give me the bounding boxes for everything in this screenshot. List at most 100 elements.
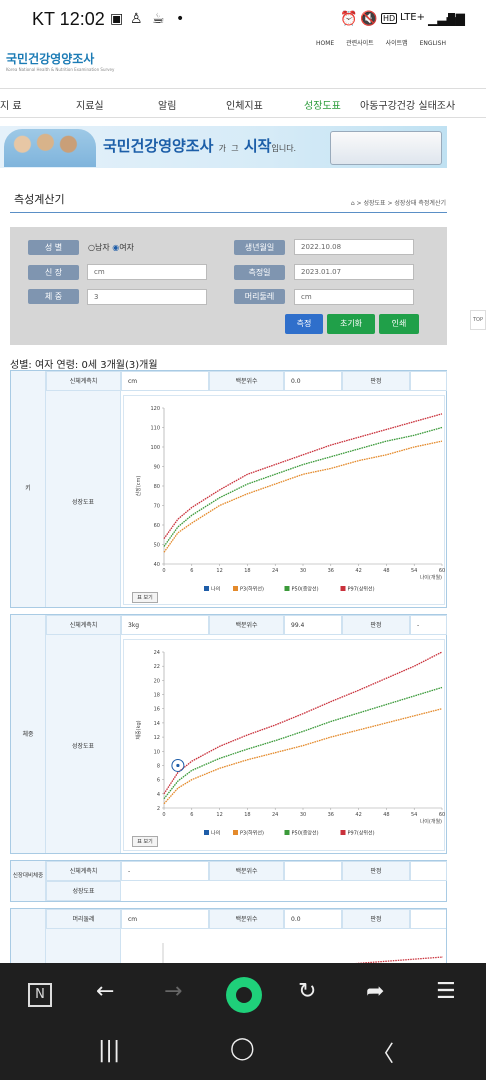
gender-label: 성 별 bbox=[28, 240, 79, 255]
print-button[interactable]: 인쇄 bbox=[379, 314, 419, 334]
legend-swatch bbox=[340, 586, 346, 591]
x-tick-label: 18 bbox=[244, 568, 250, 574]
y-tick-label: 4 bbox=[157, 792, 160, 798]
share-icon[interactable]: ➦ bbox=[366, 979, 384, 1004]
android-icon: ♙ bbox=[130, 11, 143, 27]
menu-item-body-index[interactable]: 인체지표 bbox=[226, 97, 263, 112]
measure-date-input[interactable]: 2023.01.07 bbox=[294, 264, 414, 280]
measure-button[interactable]: 측정 bbox=[285, 314, 323, 334]
height-table-button[interactable]: 표 보기 bbox=[132, 592, 158, 603]
birth-label: 생년월일 bbox=[234, 240, 285, 255]
height-percentile-header: 백분위수 bbox=[209, 371, 284, 391]
weight-panel: 체중 신체계측치 3kg 백분위수 99.4 판정 - 성장도표 2 4 6 8 10 1… bbox=[10, 614, 447, 854]
height-percentile-value: 0.0 bbox=[284, 371, 342, 391]
bmi-measure-header: 신체계측치 bbox=[46, 861, 121, 881]
y-tick-label: 120 bbox=[150, 406, 160, 412]
green-dot-icon[interactable] bbox=[226, 977, 262, 1013]
top-link-related[interactable]: 관련사이트 bbox=[346, 40, 374, 47]
y-tick-label: 10 bbox=[154, 749, 160, 755]
browser-toolbar: N ← → ↻ ➦ ☰ bbox=[0, 963, 486, 1026]
top-link-sitemap[interactable]: 사이트맵 bbox=[386, 40, 408, 47]
height-chart-label: 성장도표 bbox=[46, 391, 121, 607]
height-measure-header: 신체계측치 bbox=[46, 371, 121, 391]
back-nav-icon[interactable]: 〈 bbox=[372, 1036, 394, 1068]
hd-icon: HD bbox=[381, 13, 398, 24]
bmi-section-label: 신장대비체중 bbox=[11, 861, 46, 901]
menu-item-growth-chart[interactable]: 성장도표 bbox=[304, 97, 341, 112]
legend-swatch bbox=[233, 830, 238, 835]
home-icon[interactable]: ◯ bbox=[230, 1036, 255, 1061]
y-axis-label: 신장(cm) bbox=[135, 476, 142, 497]
menu-item-library[interactable]: 지료실 bbox=[76, 97, 104, 112]
y-tick-label: 18 bbox=[154, 693, 160, 699]
status-time: KT 12:02 bbox=[32, 9, 105, 29]
menu-item-oral-health[interactable]: 아동구강건강 실태조사 bbox=[360, 97, 455, 112]
legend-label: 나의 bbox=[211, 830, 220, 837]
head-percentile-header: 백분위수 bbox=[209, 909, 284, 929]
site-logo-subtitle: Korea National Health & Nutrition Examin… bbox=[6, 67, 115, 72]
reset-button[interactable]: 초기화 bbox=[327, 314, 375, 334]
head-input[interactable]: cm bbox=[294, 289, 414, 305]
head-panel: 머리둘레 cm 백분위수 0.0 판정 bbox=[10, 908, 447, 968]
legend-label: P50(중앙선) bbox=[292, 586, 319, 593]
weight-percentile-value: 99.4 bbox=[284, 615, 342, 635]
x-tick-label: 0 bbox=[162, 568, 165, 574]
series-line bbox=[163, 651, 443, 795]
y-tick-label: 50 bbox=[154, 543, 160, 549]
weight-percentile-header: 백분위수 bbox=[209, 615, 284, 635]
height-judgement-value bbox=[410, 371, 447, 391]
head-judgement-value bbox=[410, 909, 446, 929]
x-tick-label: 60 bbox=[439, 568, 445, 574]
promo-banner[interactable]: 국민건강영양조사 가 그 시작입니다. bbox=[0, 126, 447, 168]
head-judgement-header: 판정 bbox=[342, 909, 410, 929]
height-input[interactable]: cm bbox=[87, 264, 207, 280]
site-logo[interactable]: 국민건강영양조사 bbox=[6, 50, 94, 67]
x-tick-label: 42 bbox=[355, 568, 361, 574]
weight-measure-header: 신체계측치 bbox=[46, 615, 121, 635]
menu-item-data[interactable]: 지 료 bbox=[0, 97, 22, 112]
legend-label: 나의 bbox=[211, 586, 220, 593]
y-tick-label: 70 bbox=[154, 504, 160, 510]
x-tick-label: 54 bbox=[411, 568, 417, 574]
radio-male[interactable]: ○ bbox=[88, 243, 95, 252]
main-menu: 지 료 지료실 알림 인체지표 성장도표 아동구강건강 실태조사 bbox=[0, 88, 486, 118]
x-tick-label: 48 bbox=[383, 568, 389, 574]
height-judgement-header: 판정 bbox=[342, 371, 410, 391]
back-icon[interactable]: ← bbox=[96, 979, 114, 1004]
gallery-icon: ▣ bbox=[110, 11, 124, 27]
bmi-percentile-value bbox=[284, 861, 342, 881]
series-line bbox=[163, 708, 443, 805]
height-chart: 40 50 60 70 80 90 100 110 120 0 6 12 18 24 30 36 42 48 54 6… bbox=[123, 395, 445, 605]
x-tick-label: 36 bbox=[328, 812, 334, 818]
menu-icon[interactable]: ☰ bbox=[436, 979, 456, 1004]
y-tick-label: 12 bbox=[154, 735, 160, 741]
birth-input[interactable]: 2022.10.08 bbox=[294, 239, 414, 255]
recent-apps-icon[interactable]: ||| bbox=[98, 1038, 120, 1063]
x-tick-label: 42 bbox=[355, 812, 361, 818]
height-growth-chart: 40 50 60 70 80 90 100 110 120 0 6 12 18 24 30 36 42 48 54 6… bbox=[135, 406, 445, 593]
weight-input[interactable]: 3 bbox=[87, 289, 207, 305]
x-axis-label: 나이(개월) bbox=[420, 818, 442, 825]
banner-title: 국민건강영양조사 가 그 시작입니다. bbox=[103, 137, 297, 155]
y-tick-label: 110 bbox=[150, 426, 160, 432]
legend-swatch bbox=[340, 830, 346, 835]
weight-table-button[interactable]: 표 보기 bbox=[132, 836, 158, 847]
weight-section-label: 체중 bbox=[11, 615, 46, 853]
forward-icon[interactable]: → bbox=[164, 979, 182, 1004]
signal-icon: ▁▃▅▇ bbox=[428, 12, 465, 26]
refresh-icon[interactable]: ↻ bbox=[298, 979, 316, 1004]
x-tick-label: 18 bbox=[244, 812, 250, 818]
top-link-home[interactable]: HOME bbox=[316, 40, 334, 47]
x-tick-label: 24 bbox=[272, 812, 278, 818]
bmi-judgement-value bbox=[410, 861, 447, 881]
battery-icon bbox=[448, 13, 455, 26]
edge-tab[interactable]: TOP bbox=[470, 310, 486, 330]
naver-icon[interactable]: N bbox=[28, 983, 52, 1007]
result-summary: 성별: 여자 연령: 0세 3개월(3)개월 bbox=[10, 360, 158, 371]
weight-label: 체 중 bbox=[28, 289, 79, 304]
legend-swatch bbox=[284, 586, 290, 591]
mute-icon: 🔇 bbox=[360, 11, 378, 27]
top-link-english[interactable]: ENGLISH bbox=[420, 40, 446, 47]
menu-item-notice[interactable]: 알림 bbox=[158, 97, 176, 112]
x-tick-label: 0 bbox=[162, 812, 165, 818]
